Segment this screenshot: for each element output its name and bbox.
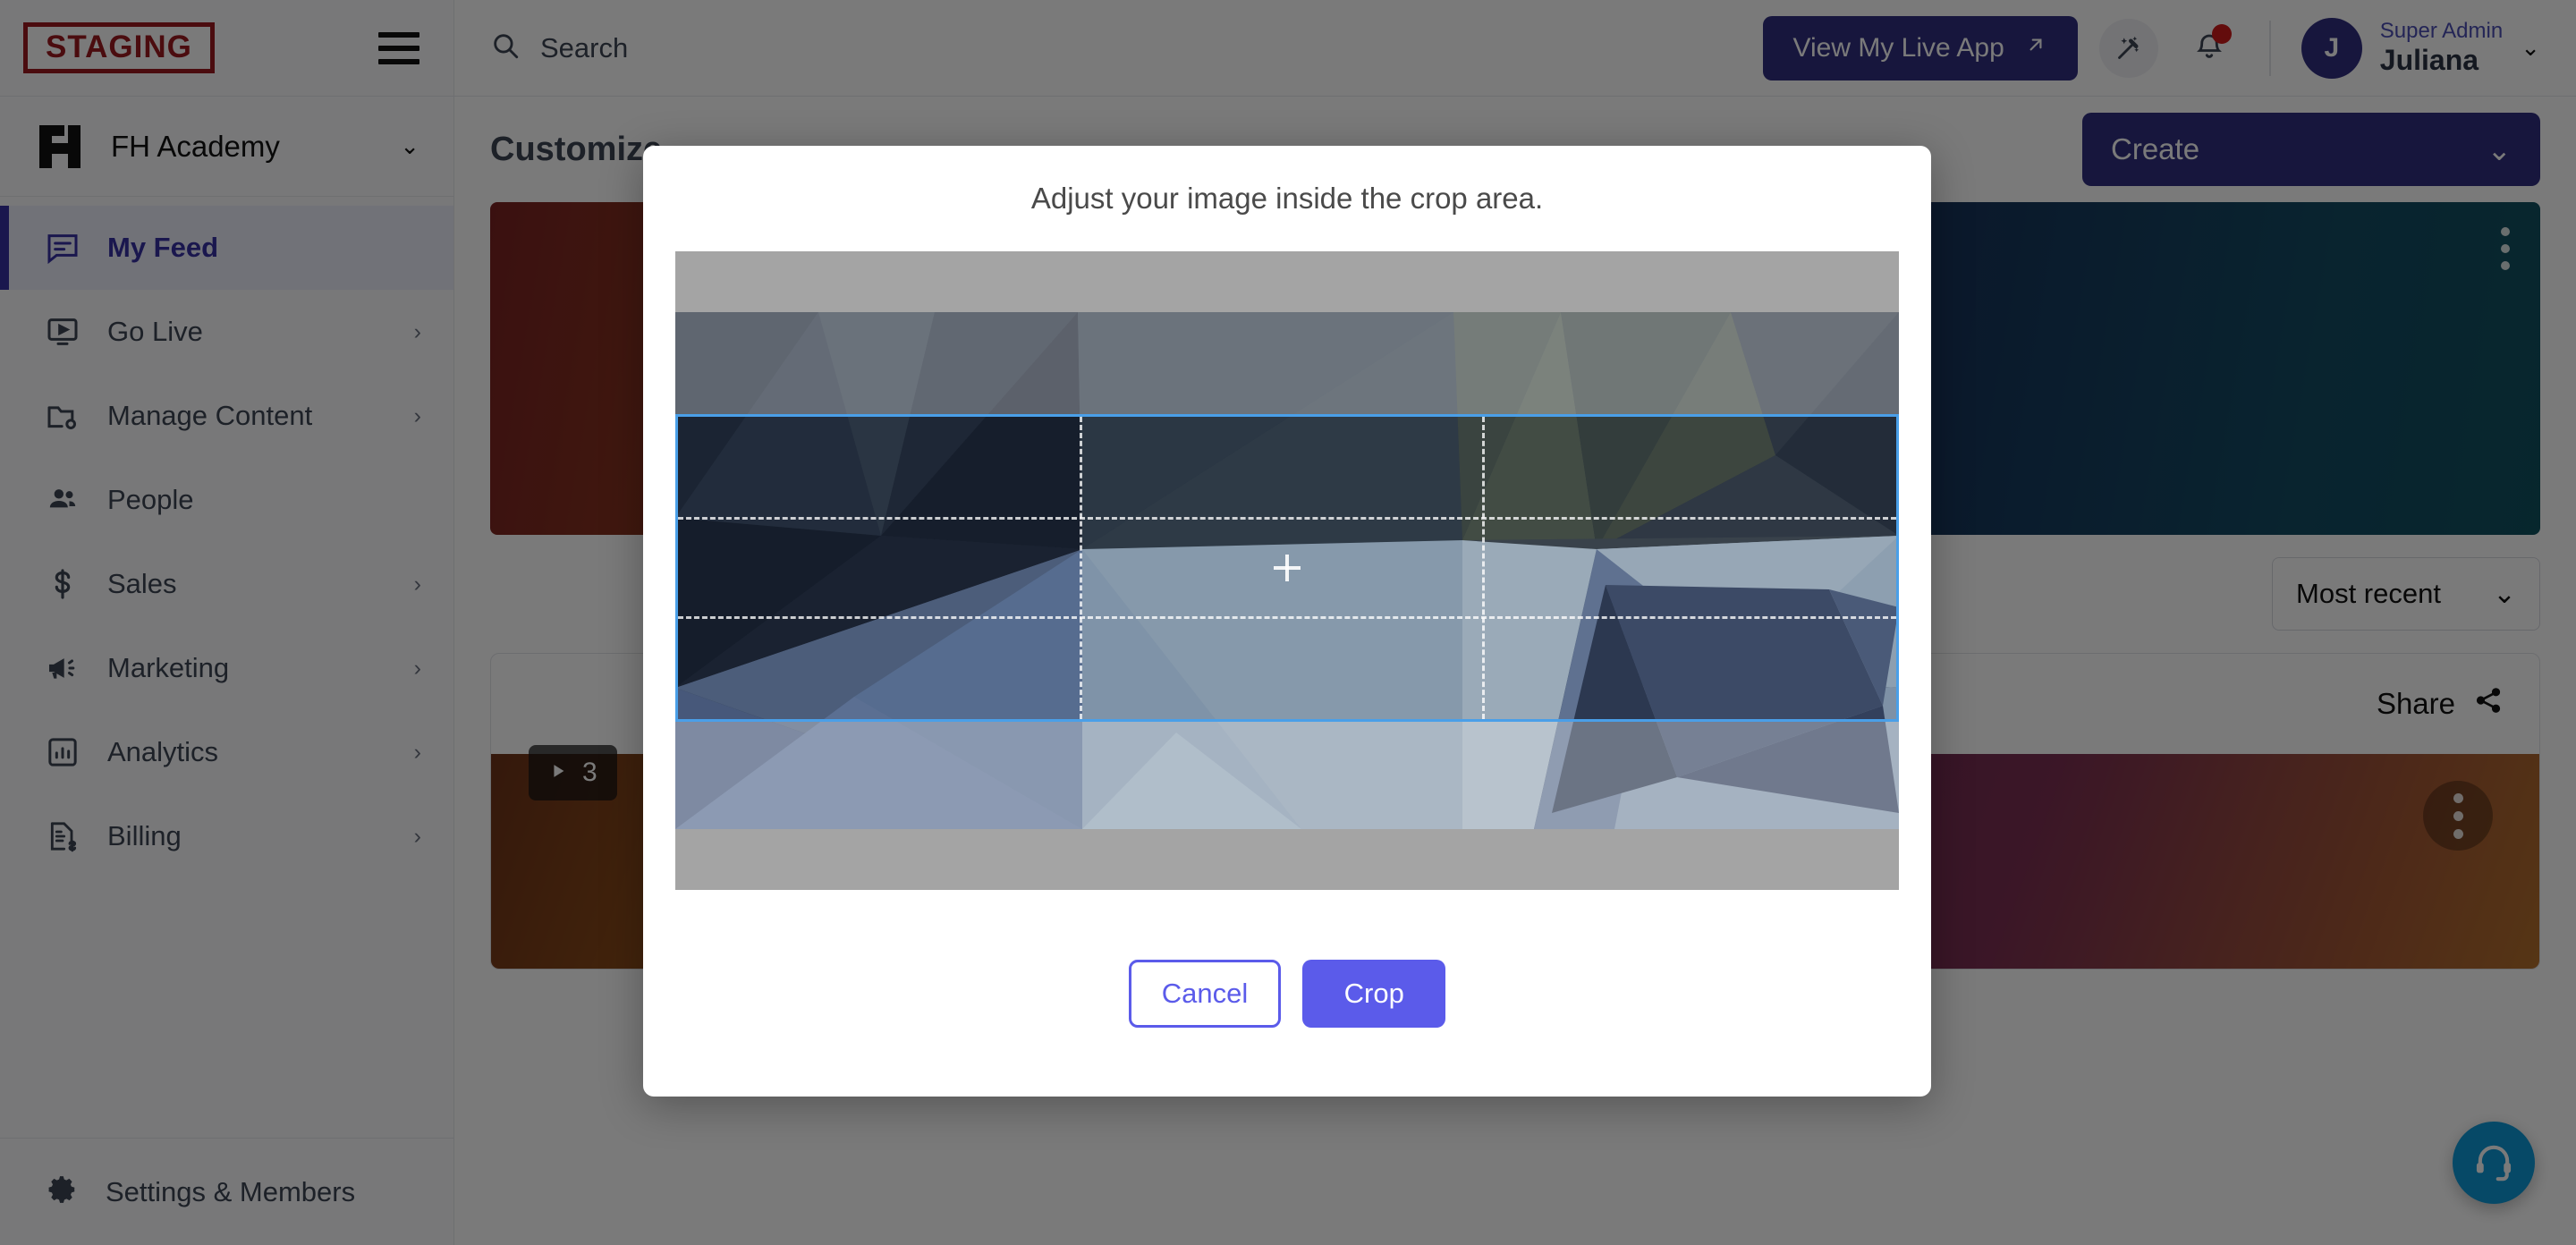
crop-selection[interactable] (675, 414, 1899, 722)
crop-gridline-vertical (1080, 417, 1083, 719)
modal-footer: Cancel Crop (643, 890, 1931, 1097)
crop-gridline-vertical (1481, 417, 1485, 719)
crosshair-icon (1274, 555, 1301, 581)
crop-stage[interactable] (675, 251, 1899, 890)
cancel-button[interactable]: Cancel (1128, 959, 1282, 1028)
app-root: STAGING FH Academy ⌄ (0, 0, 2576, 1245)
crop-button[interactable]: Crop (1302, 959, 1446, 1028)
crop-gridline-horizontal (678, 516, 1896, 520)
modal-title: Adjust your image inside the crop area. (1030, 182, 1544, 215)
crop-gridline-horizontal (678, 616, 1896, 620)
crop-image-modal: Adjust your image inside the crop area. (643, 146, 1931, 1097)
